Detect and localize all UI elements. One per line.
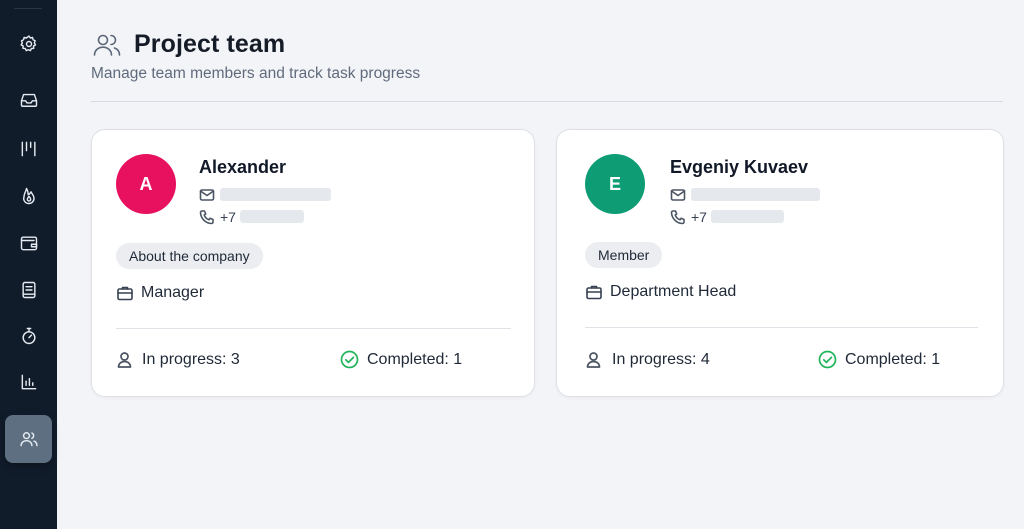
sidebar-item-timer[interactable] — [5, 314, 52, 358]
sidebar-item-settings[interactable] — [5, 22, 52, 66]
card-divider — [116, 328, 511, 329]
phone-prefix: +7 — [691, 209, 707, 225]
flame-icon — [22, 187, 35, 205]
sidebar-item-wallet[interactable] — [5, 221, 52, 265]
status-badge: Member — [585, 242, 663, 268]
team-icon — [92, 30, 122, 60]
avatar: E — [585, 154, 645, 214]
briefcase-icon — [585, 283, 603, 301]
inbox-icon — [20, 93, 37, 107]
sidebar — [0, 0, 57, 529]
email-redacted — [691, 188, 820, 201]
header-divider — [91, 101, 1003, 102]
status-badge: About the company — [116, 243, 263, 269]
phone-icon — [670, 209, 686, 225]
wallet-icon — [20, 236, 37, 251]
completed-count: Completed: 1 — [845, 351, 941, 368]
in-progress-count: In progress: 4 — [612, 351, 710, 368]
page-title: Project team — [134, 30, 286, 58]
mail-icon — [670, 187, 686, 203]
sidebar-item-docs[interactable] — [5, 268, 52, 312]
phone-redacted — [240, 210, 304, 223]
gear-icon — [19, 35, 36, 52]
phone-prefix: +7 — [220, 209, 236, 225]
member-card[interactable]: E Evgeniy Kuvaev +7 Member Department He… — [556, 129, 1004, 397]
member-card[interactable]: A Alexander +7 About the company Manager… — [91, 129, 535, 397]
card-divider — [585, 327, 978, 328]
book-icon — [21, 281, 36, 299]
sidebar-item-team[interactable] — [5, 415, 52, 463]
briefcase-icon — [116, 284, 134, 302]
phone-redacted — [711, 210, 784, 223]
sidebar-item-reports[interactable] — [5, 360, 52, 404]
email-redacted — [220, 188, 331, 201]
check-circle-icon — [340, 350, 359, 369]
member-role: Manager — [141, 284, 205, 301]
user-icon — [584, 350, 603, 369]
member-name: Evgeniy Kuvaev — [670, 157, 809, 177]
in-progress-count: In progress: 3 — [142, 351, 240, 368]
avatar: A — [116, 154, 176, 214]
sidebar-item-hot[interactable] — [5, 174, 52, 218]
sidebar-item-inbox[interactable] — [5, 78, 52, 122]
bar-chart-icon — [21, 374, 36, 390]
phone-icon — [199, 209, 215, 225]
columns-icon — [21, 141, 36, 157]
users-icon — [19, 432, 38, 447]
sidebar-item-board[interactable] — [5, 127, 52, 171]
stopwatch-icon — [21, 327, 36, 345]
member-role: Department Head — [610, 283, 737, 300]
check-circle-icon — [818, 350, 837, 369]
completed-count: Completed: 1 — [367, 351, 463, 368]
main-content: Project team Manage team members and tra… — [57, 0, 1024, 529]
sidebar-divider — [14, 8, 42, 9]
user-icon — [115, 350, 134, 369]
mail-icon — [199, 187, 215, 203]
member-name: Alexander — [199, 157, 287, 177]
page-subtitle: Manage team members and track task progr… — [91, 65, 421, 82]
